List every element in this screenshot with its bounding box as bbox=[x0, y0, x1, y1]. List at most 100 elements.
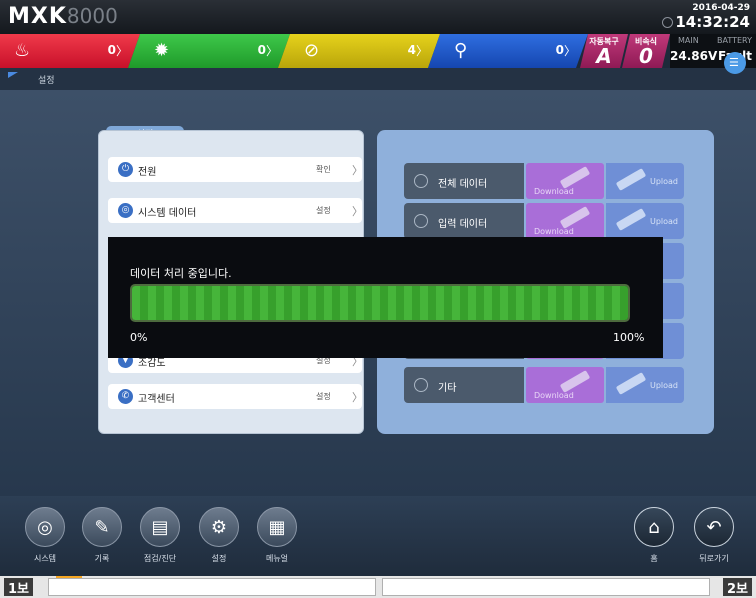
fire-icon: ♨ bbox=[14, 40, 31, 61]
lock-count: 0 bbox=[555, 43, 564, 57]
menu-item-system-data[interactable]: ◎ 시스템 데이터 설정 〉 bbox=[108, 198, 363, 223]
progress-fill bbox=[132, 286, 628, 320]
progress-max-label: 100% bbox=[613, 331, 645, 344]
menu-item-label: 시스템 데이터 bbox=[138, 208, 197, 219]
date-text: 2016-04-29 bbox=[692, 3, 750, 13]
menu-item-customer-center[interactable]: ✆ 고객센터 설정 〉 bbox=[108, 384, 363, 409]
menu-item-action: 설정 bbox=[316, 206, 331, 215]
fire-count: 0 bbox=[107, 43, 116, 57]
data-row-label: 입력 데이터 bbox=[404, 203, 524, 239]
chevron-right-icon: 〉 bbox=[115, 44, 128, 58]
data-row-input: 입력 데이터 Download Upload bbox=[404, 203, 684, 239]
usb-icon bbox=[615, 168, 647, 191]
progress-bar bbox=[130, 284, 630, 322]
download-button[interactable]: Download bbox=[526, 163, 604, 199]
usb-icon bbox=[559, 206, 591, 229]
back-arrow-icon: ↶ bbox=[694, 507, 734, 547]
sun-gear-icon: ✹ bbox=[154, 40, 170, 61]
chevron-right-icon: 〉 bbox=[415, 44, 428, 58]
cont-mode[interactable]: 비속식 0 bbox=[622, 34, 670, 68]
download-button[interactable]: Download bbox=[526, 203, 604, 239]
battery-label: BATTERY bbox=[717, 36, 752, 45]
time-display: 14:32:24 bbox=[662, 13, 750, 31]
data-row-label: 기타 bbox=[404, 367, 524, 403]
back-button[interactable]: ↶ 뒤로가기 bbox=[692, 507, 736, 564]
plug-icon: ⏻ bbox=[118, 162, 133, 177]
usb-icon bbox=[559, 370, 591, 393]
list-menu-button[interactable]: ☰ bbox=[724, 52, 746, 74]
chevron-right-icon: 〉 bbox=[563, 44, 576, 58]
status-lock[interactable]: ⚲ 0 〉 bbox=[428, 34, 588, 68]
download-button[interactable]: Download bbox=[526, 367, 604, 403]
block-count: 4 bbox=[407, 43, 416, 57]
nav-record[interactable]: ✎ 기록 bbox=[80, 507, 124, 564]
gear-count: 0 bbox=[257, 43, 266, 57]
status-bar: ♨ 0 〉 ✹ 0 〉 ⊘ 4 〉 ⚲ 0 〉 자동복구 A 비속식 0 bbox=[0, 34, 756, 68]
main-label: MAIN bbox=[678, 36, 699, 45]
manual-icon: ▦ bbox=[257, 507, 297, 547]
cont-value: 0 bbox=[639, 44, 653, 68]
bottom-nav: ◎ 시스템 ✎ 기록 ▤ 점검/진단 ⚙ 설정 ▦ 메뉴얼 ⌂ 홈 ↶ 뒤로가기 bbox=[0, 496, 756, 576]
no-entry-icon: ⊘ bbox=[304, 40, 320, 61]
disc-icon bbox=[414, 378, 428, 392]
data-row-label: 전체 데이터 bbox=[404, 163, 524, 199]
list-icon: ☰ bbox=[729, 56, 739, 69]
chevron-right-icon: 〉 bbox=[352, 164, 363, 177]
clipboard-chart-icon: ▤ bbox=[140, 507, 180, 547]
gear-icon: ⚙ bbox=[199, 507, 239, 547]
footer-left-label: 1보 bbox=[4, 578, 34, 597]
logo-sub: 8000 bbox=[66, 4, 118, 28]
menu-item-power[interactable]: ⏻ 전원 확인 〉 bbox=[108, 157, 363, 182]
globe-icon: ◎ bbox=[118, 203, 133, 218]
data-row-all: 전체 데이터 Download Upload bbox=[404, 163, 684, 199]
footer: 1보 2보 bbox=[0, 576, 756, 598]
menu-item-action: 설정 bbox=[316, 392, 331, 401]
nav-settings[interactable]: ⚙ 설정 bbox=[197, 507, 241, 564]
progress-min-label: 0% bbox=[130, 331, 148, 344]
upload-button[interactable]: Upload bbox=[606, 367, 684, 403]
progress-dialog: 데이터 처리 중입니다. 0% 100% bbox=[108, 237, 663, 358]
footer-message-box-1 bbox=[48, 578, 376, 596]
auto-recover-mode[interactable]: 자동복구 A bbox=[580, 34, 628, 68]
disc-icon bbox=[414, 174, 428, 188]
home-icon: ⌂ bbox=[634, 507, 674, 547]
phone-icon: ✆ bbox=[118, 389, 133, 404]
breadcrumb: 설정 bbox=[0, 68, 756, 90]
upload-button[interactable]: Upload bbox=[606, 163, 684, 199]
footer-message-box-2 bbox=[382, 578, 710, 596]
usb-icon bbox=[559, 166, 591, 189]
logo-main: MXK bbox=[8, 4, 67, 29]
nav-inspection[interactable]: ▤ 점검/진단 bbox=[138, 507, 182, 564]
nav-manual[interactable]: ▦ 메뉴얼 bbox=[255, 507, 299, 564]
time-text: 14:32:24 bbox=[675, 13, 750, 31]
nav-system[interactable]: ◎ 시스템 bbox=[23, 507, 67, 564]
data-row-other: 기타 Download Upload bbox=[404, 367, 684, 403]
usb-icon bbox=[615, 208, 647, 231]
pencil-icon: ✎ bbox=[82, 507, 122, 547]
top-bar: MXK8000 2016-04-29 14:32:24 bbox=[0, 0, 756, 34]
menu-item-label: 고객센터 bbox=[138, 394, 175, 405]
app-logo: MXK8000 bbox=[8, 4, 118, 29]
menu-item-action: 확인 bbox=[316, 165, 331, 174]
upload-button[interactable]: Upload bbox=[606, 203, 684, 239]
auto-recover-value: A bbox=[596, 44, 612, 68]
disc-icon bbox=[414, 214, 428, 228]
menu-item-label: 전원 bbox=[138, 167, 157, 178]
status-block[interactable]: ⊘ 4 〉 bbox=[278, 34, 440, 68]
breadcrumb-marker bbox=[8, 72, 18, 78]
datetime: 2016-04-29 14:32:24 bbox=[662, 3, 750, 31]
page-title: 설정 bbox=[38, 76, 55, 86]
progress-title: 데이터 처리 중입니다. bbox=[130, 267, 232, 280]
usb-icon bbox=[615, 372, 647, 395]
home-button[interactable]: ⌂ 홈 bbox=[632, 507, 676, 564]
chevron-right-icon: 〉 bbox=[352, 205, 363, 218]
chevron-right-icon: 〉 bbox=[265, 44, 278, 58]
chevron-right-icon: 〉 bbox=[352, 391, 363, 404]
status-fire[interactable]: ♨ 0 〉 bbox=[0, 34, 140, 68]
status-gear[interactable]: ✹ 0 〉 bbox=[128, 34, 290, 68]
globe-icon: ◎ bbox=[25, 507, 65, 547]
lock-icon: ⚲ bbox=[454, 40, 468, 61]
clock-icon bbox=[662, 17, 674, 28]
main-voltage: 24.86V bbox=[670, 49, 718, 63]
footer-right-label: 2보 bbox=[722, 578, 752, 597]
